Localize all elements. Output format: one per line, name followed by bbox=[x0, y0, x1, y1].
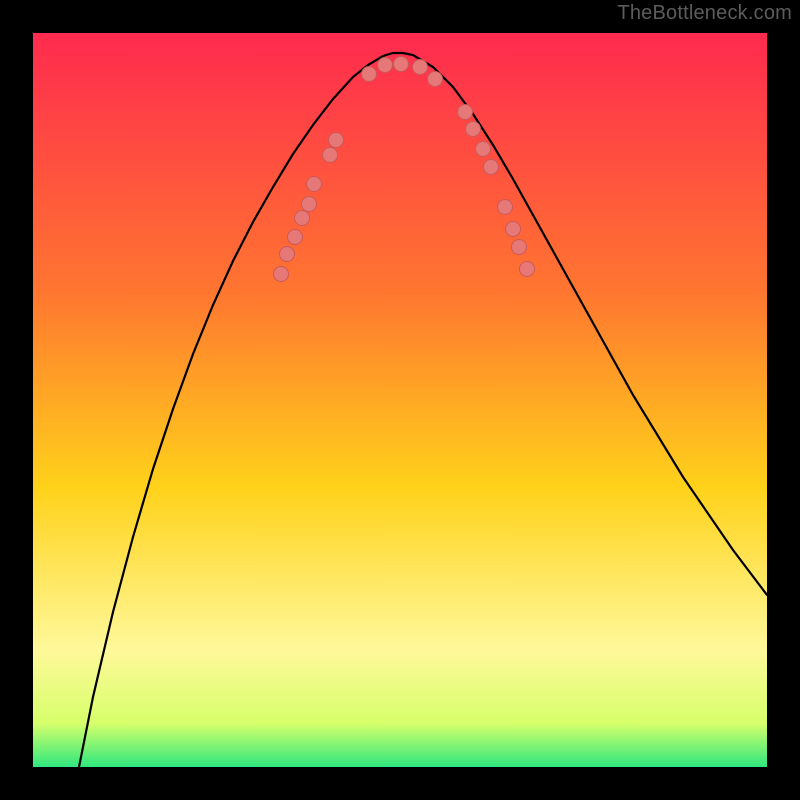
data-dot bbox=[302, 197, 317, 212]
data-dot bbox=[512, 240, 527, 255]
chart-svg bbox=[33, 33, 767, 767]
gradient-background bbox=[33, 33, 767, 767]
data-dot bbox=[307, 177, 322, 192]
data-dot bbox=[413, 60, 428, 75]
chart-outer-frame: TheBottleneck.com bbox=[0, 0, 800, 800]
data-dot bbox=[520, 262, 535, 277]
data-dot bbox=[458, 105, 473, 120]
plot-area bbox=[33, 33, 767, 767]
data-dot bbox=[394, 57, 409, 72]
data-dot bbox=[498, 200, 513, 215]
watermark-text: TheBottleneck.com bbox=[617, 2, 792, 25]
data-dot bbox=[484, 160, 499, 175]
data-dot bbox=[378, 58, 393, 73]
data-dot bbox=[295, 211, 310, 226]
data-dot bbox=[274, 267, 289, 282]
data-dot bbox=[466, 122, 481, 137]
data-dot bbox=[362, 67, 377, 82]
data-dot bbox=[476, 142, 491, 157]
data-dot bbox=[329, 133, 344, 148]
data-dot bbox=[323, 148, 338, 163]
data-dot bbox=[288, 230, 303, 245]
data-dot bbox=[280, 247, 295, 262]
data-dot bbox=[428, 72, 443, 87]
data-dot bbox=[506, 222, 521, 237]
